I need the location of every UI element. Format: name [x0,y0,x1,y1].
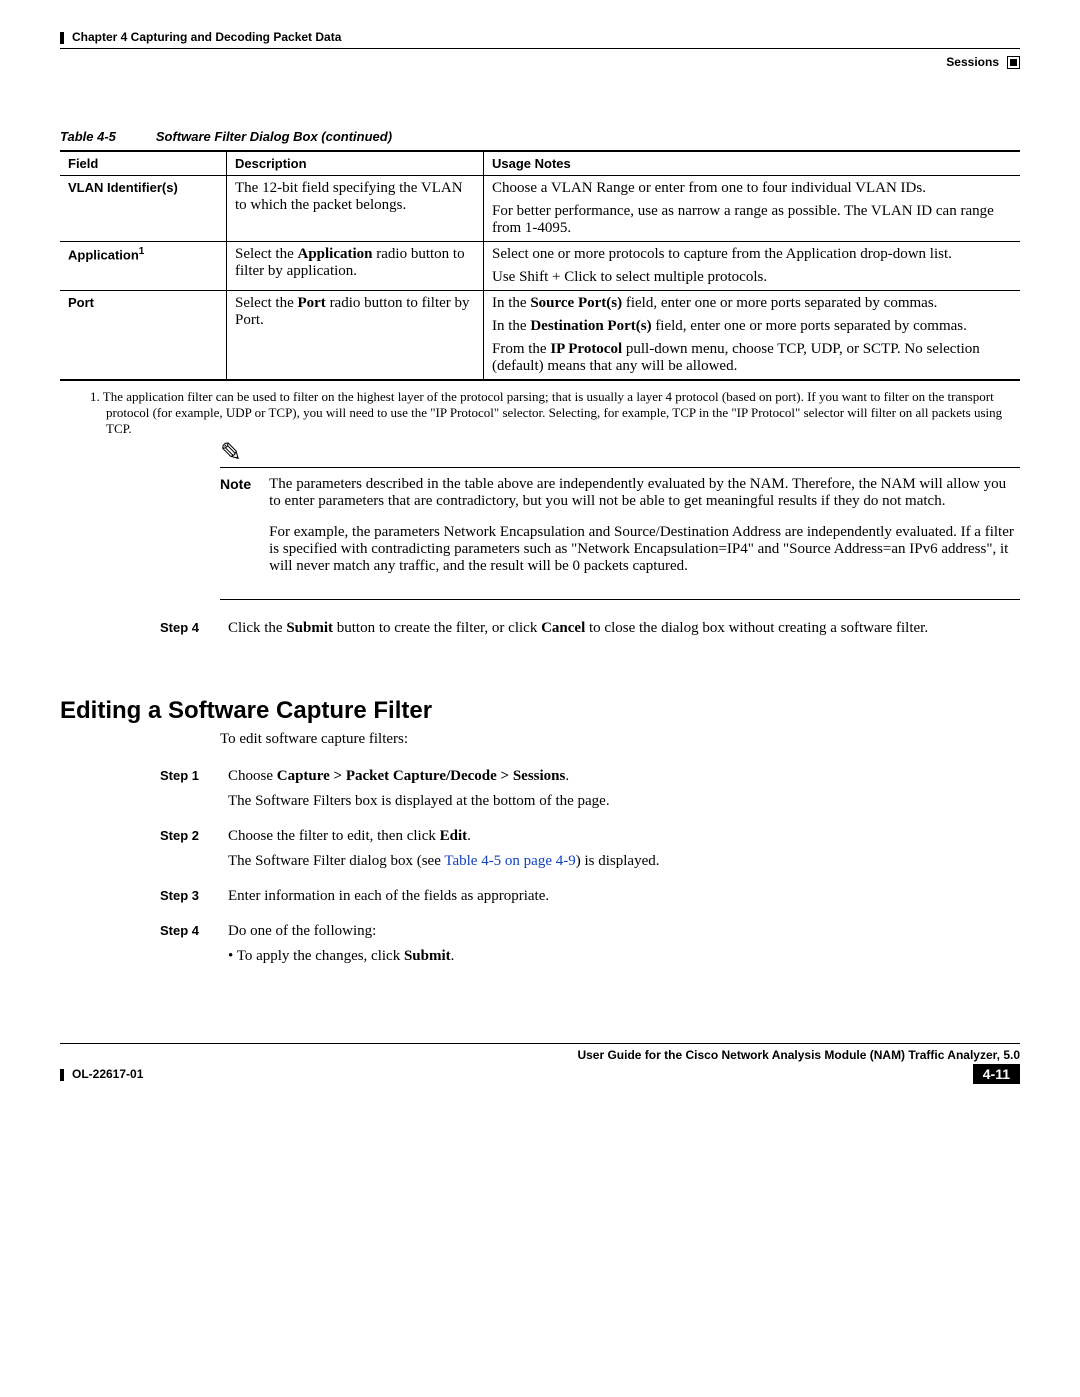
step-label: Step 1 [160,768,210,818]
section-indicator: Sessions [60,55,1020,69]
step-body: Do one of the following: • To apply the … [228,923,454,973]
note-icon: ✎ [220,440,242,466]
step-body: Click the Submit button to create the fi… [228,620,928,637]
usage-text: Use Shift + Click to select multiple pro… [492,269,1012,286]
table-row: VLAN Identifier(s) The 12-bit field spec… [60,176,1020,242]
field-name: Application [68,248,139,263]
step-row: Step 3 Enter information in each of the … [160,888,1020,913]
col-field: Field [60,151,227,176]
section-name: Sessions [946,55,999,69]
note-body: The parameters described in the table ab… [269,476,1020,589]
section-heading: Editing a Software Capture Filter [60,697,1020,725]
step-label: Step 3 [160,888,210,913]
footer-title: User Guide for the Cisco Network Analysi… [577,1048,1020,1062]
usage-text: Choose a VLAN Range or enter from one to… [492,180,1012,197]
step-label: Step 2 [160,828,210,878]
chapter-header: Chapter 4 Capturing and Decoding Packet … [60,30,1020,49]
section-marker-icon [1007,56,1020,69]
section-intro: To edit software capture filters: [220,731,1020,748]
usage-text: For better performance, use as narrow a … [492,203,1012,237]
step-row: Step 1 Choose Capture > Packet Capture/D… [160,768,1020,818]
step-row: Step 4 Click the Submit button to create… [160,620,1020,637]
step-body: Choose the filter to edit, then click Ed… [228,828,660,878]
software-filter-table: Field Description Usage Notes VLAN Ident… [60,150,1020,381]
step-label: Step 4 [160,923,210,973]
footnote-ref: 1 [139,246,145,257]
note-block: ✎ Note The parameters described in the t… [220,467,1020,589]
table-row: Port Select the Port radio button to fil… [60,291,1020,381]
usage-text: Select one or more protocols to capture … [492,246,1012,263]
field-name: Port [68,295,94,310]
table-number: Table 4-5 [60,129,116,144]
table-row: Application1 Select the Application radi… [60,242,1020,291]
table-title: Software Filter Dialog Box (continued) [156,129,392,144]
doc-id: OL-22617-01 [60,1067,143,1081]
col-usage: Usage Notes [484,151,1021,176]
step-row: Step 2 Choose the filter to edit, then c… [160,828,1020,878]
step-row: Step 4 Do one of the following: • To app… [160,923,1020,973]
page-number: 4-11 [973,1064,1020,1084]
chapter-title: Chapter 4 Capturing and Decoding Packet … [72,30,341,44]
step-body: Choose Capture > Packet Capture/Decode >… [228,768,610,818]
cross-ref-link[interactable]: Table 4-5 on page 4-9 [444,853,575,869]
step-body: Enter information in each of the fields … [228,888,549,913]
col-description: Description [227,151,484,176]
table-caption: Table 4-5 Software Filter Dialog Box (con… [60,129,1020,144]
step-label: Step 4 [160,620,210,637]
field-desc: The 12-bit field specifying the VLAN to … [235,180,463,213]
footer: User Guide for the Cisco Network Analysi… [60,1043,1020,1062]
note-label: Note [220,476,251,589]
table-footnote: 1. The application filter can be used to… [90,389,1020,437]
field-name: VLAN Identifier(s) [68,180,178,195]
